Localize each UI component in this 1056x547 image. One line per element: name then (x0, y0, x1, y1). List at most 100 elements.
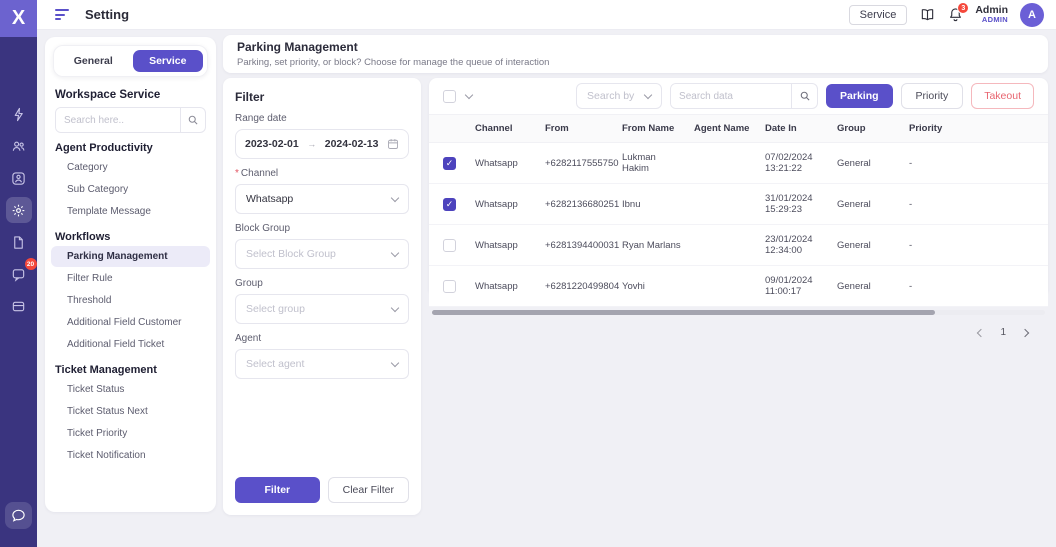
app-sidebar: X 20 (0, 0, 37, 547)
priority-button[interactable]: Priority (901, 83, 964, 109)
parking-button[interactable]: Parking (826, 84, 893, 108)
column-group: Group (831, 115, 903, 143)
channel-value: Whatsapp (246, 193, 293, 205)
contact-icon[interactable] (6, 165, 32, 191)
cell-agent-name (688, 225, 759, 266)
bulk-action-chevron-icon[interactable] (465, 90, 473, 98)
settings-tabs: General Service (53, 45, 208, 77)
service-selector-button[interactable]: Service (849, 5, 908, 25)
filter-apply-button[interactable]: Filter (235, 477, 320, 503)
row-checkbox[interactable] (443, 157, 456, 170)
required-mark: * (235, 168, 239, 179)
page-number[interactable]: 1 (1000, 327, 1006, 338)
support-chat-button[interactable] (5, 502, 32, 529)
table-row[interactable]: Whatsapp +6281220499804 Yovhi 09/01/2024… (429, 266, 1048, 307)
nav-item-ticket-notification[interactable]: Ticket Notification (51, 445, 210, 466)
topbar-actions: Service 3 Admin ADMIN A (849, 3, 1044, 27)
agent-select[interactable]: Select agent (235, 349, 409, 379)
nav-item-parking-management[interactable]: Parking Management (51, 246, 210, 267)
column-agent-name: Agent Name (688, 115, 759, 143)
table-row[interactable]: Whatsapp +6282117555750 Lukman Hakim 07/… (429, 143, 1048, 184)
bell-icon[interactable]: 3 (948, 7, 963, 22)
nav-item-ticket-status[interactable]: Ticket Status (51, 379, 210, 400)
next-page-button[interactable] (1021, 328, 1029, 336)
nav-group-ticket-management: Ticket Management (55, 364, 206, 376)
block-group-select[interactable]: Select Block Group (235, 239, 409, 269)
nav-item-sub-category[interactable]: Sub Category (51, 179, 210, 200)
row-checkbox[interactable] (443, 239, 456, 252)
search-icon[interactable] (791, 84, 817, 108)
checkbox-column-header (429, 115, 469, 143)
group-select[interactable]: Select group (235, 294, 409, 324)
cell-agent-name (688, 266, 759, 307)
avatar[interactable]: A (1020, 3, 1044, 27)
search-icon[interactable] (180, 108, 205, 132)
users-icon[interactable] (6, 133, 32, 159)
nav-group-workflows: Workflows (55, 231, 206, 243)
nav-item-ticket-status-next[interactable]: Ticket Status Next (51, 401, 210, 422)
date-arrow: → (307, 139, 316, 149)
table-row[interactable]: Whatsapp +6281394400031 Ryan Marlans 23/… (429, 225, 1048, 266)
nav-item-filter-rule[interactable]: Filter Rule (51, 268, 210, 289)
chat-count-badge: 20 (25, 258, 37, 270)
nav-item-category[interactable]: Category (51, 157, 210, 178)
cell-date-in: 09/01/2024 11:00:17 (759, 266, 831, 307)
search-by-select[interactable]: Search by (576, 83, 662, 109)
date-to-value: 2024-02-13 (325, 138, 379, 150)
block-group-label: Block Group (235, 223, 409, 234)
takeout-button[interactable]: Takeout (971, 83, 1034, 109)
row-checkbox[interactable] (443, 280, 456, 293)
nav-search-input[interactable] (56, 108, 180, 132)
clear-filter-button[interactable]: Clear Filter (328, 477, 409, 503)
nav-item-threshold[interactable]: Threshold (51, 290, 210, 311)
parking-table-panel: Search by Parking Priority Takeout Chann… (429, 78, 1048, 296)
agent-label: Agent (235, 333, 409, 344)
settings-nav-panel: General Service Workspace Service Agent … (45, 37, 216, 512)
table-row[interactable]: Whatsapp +6282136680251 Ibnu 31/01/2024 … (429, 184, 1048, 225)
prev-page-button[interactable] (977, 328, 985, 336)
cell-channel: Whatsapp (469, 143, 539, 184)
search-data-input[interactable] (671, 84, 791, 108)
logo-letter: X (12, 7, 25, 30)
cell-group: General (831, 143, 903, 184)
search-data-group (670, 83, 818, 109)
group-label: Group (235, 278, 409, 289)
file-icon[interactable] (6, 229, 32, 255)
cell-priority: - (903, 266, 1048, 307)
nav-item-template-message[interactable]: Template Message (51, 201, 210, 222)
tab-service[interactable]: Service (133, 50, 204, 72)
date-range-input[interactable]: 2023-02-01 → 2024-02-13 (235, 129, 409, 159)
cell-channel: Whatsapp (469, 266, 539, 307)
cell-priority: - (903, 143, 1048, 184)
user-role: ADMIN (975, 16, 1008, 24)
bolt-icon[interactable] (6, 101, 32, 127)
page-title: Setting (85, 7, 129, 22)
app-logo[interactable]: X (0, 0, 37, 37)
column-priority: Priority (903, 115, 1048, 143)
book-icon[interactable] (919, 7, 936, 22)
user-info[interactable]: Admin ADMIN (975, 5, 1008, 25)
nav-item-ticket-priority[interactable]: Ticket Priority (51, 423, 210, 444)
column-from-name: From Name (616, 115, 688, 143)
block-group-placeholder: Select Block Group (246, 248, 336, 260)
menu-icon[interactable] (55, 9, 69, 20)
cell-channel: Whatsapp (469, 184, 539, 225)
cell-date-in: 31/01/2024 15:29:23 (759, 184, 831, 225)
cell-priority: - (903, 184, 1048, 225)
nav-search (55, 107, 206, 133)
agent-placeholder: Select agent (246, 358, 304, 370)
channel-select[interactable]: Whatsapp (235, 184, 409, 214)
chevron-down-icon (391, 193, 399, 201)
calendar-icon (387, 138, 399, 150)
section-subtitle: Parking, set priority, or block? Choose … (237, 57, 1034, 68)
box-icon[interactable] (6, 293, 32, 319)
row-checkbox[interactable] (443, 198, 456, 211)
gear-icon[interactable] (6, 197, 32, 223)
table-toolbar: Search by Parking Priority Takeout (429, 78, 1048, 114)
nav-section-title: Workspace Service (55, 89, 206, 101)
select-all-checkbox[interactable] (443, 90, 456, 103)
nav-item-additional-field-ticket[interactable]: Additional Field Ticket (51, 334, 210, 355)
chat-icon[interactable]: 20 (6, 261, 32, 287)
nav-item-additional-field-customer[interactable]: Additional Field Customer (51, 312, 210, 333)
tab-general[interactable]: General (58, 50, 129, 72)
